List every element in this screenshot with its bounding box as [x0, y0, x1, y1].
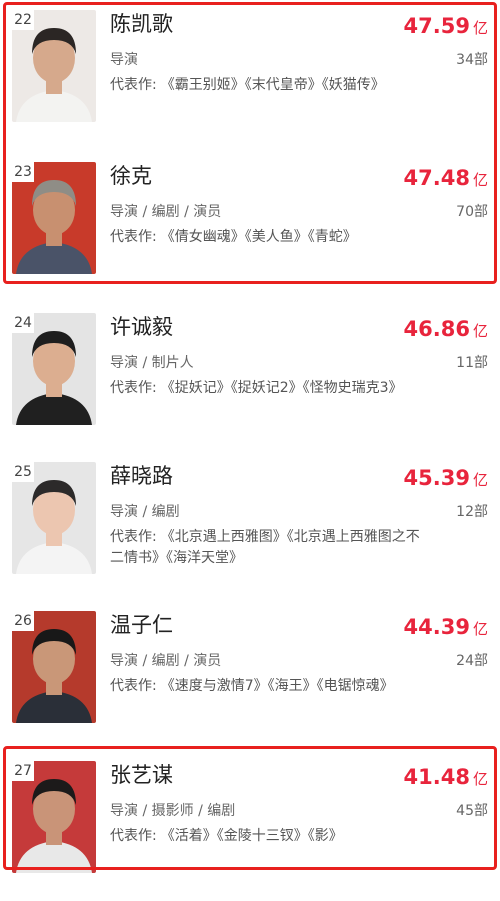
works-titles: 《霸王别姬》《末代皇帝》《妖猫传》 — [160, 77, 385, 93]
representative-works: 代表作: 《倩女幽魂》《美人鱼》《青蛇》 — [110, 227, 420, 248]
works-count: 45部 — [456, 803, 488, 819]
box-office-number: 44.39 — [403, 615, 470, 639]
works-titles: 《倩女幽魂》《美人鱼》《青蛇》 — [160, 229, 357, 245]
box-office-unit: 亿 — [472, 171, 488, 189]
director-roles: 导演 / 编剧 / 演员 — [110, 204, 222, 220]
representative-works: 代表作: 《霸王别姬》《末代皇帝》《妖猫传》 — [110, 75, 420, 96]
rank-badge: 26 — [12, 611, 34, 631]
box-office-value: 44.39 亿 — [404, 613, 488, 643]
representative-works: 代表作: 《速度与激情7》《海王》《电锯惊魂》 — [110, 676, 420, 697]
works-label: 代表作: — [110, 529, 157, 545]
director-roles: 导演 / 摄影师 / 编剧 — [110, 803, 236, 819]
director-list-item[interactable]: 23 徐克 47.48 亿 导演 / 编剧 / 演员 70部 代表作: 《倩女幽魂》… — [0, 152, 500, 302]
works-titles: 《活着》《金陵十三钗》《影》 — [160, 828, 343, 844]
director-name[interactable]: 陈凯歌 — [110, 10, 173, 38]
box-office-value: 41.48 亿 — [404, 763, 488, 793]
works-label: 代表作: — [110, 828, 157, 844]
works-titles: 《速度与激情7》《海王》《电锯惊魂》 — [160, 678, 394, 694]
works-label: 代表作: — [110, 77, 157, 93]
director-list-item[interactable]: 26 温子仁 44.39 亿 导演 / 编剧 / 演员 24部 代表作: 《速度与激… — [0, 601, 500, 751]
box-office-unit: 亿 — [472, 19, 488, 37]
representative-works: 代表作: 《活着》《金陵十三钗》《影》 — [110, 826, 420, 847]
director-list-item[interactable]: 22 陈凯歌 47.59 亿 导演 34部 代表作: 《霸王别姬》《末代皇帝》《妖猫… — [0, 0, 500, 150]
box-office-number: 45.39 — [403, 466, 470, 490]
director-name[interactable]: 薛晓路 — [110, 462, 173, 490]
works-count: 24部 — [456, 653, 488, 669]
rank-badge: 23 — [12, 162, 34, 182]
director-name[interactable]: 温子仁 — [110, 611, 173, 639]
rank-badge: 22 — [12, 10, 34, 30]
representative-works: 代表作: 《捉妖记》《捉妖记2》《怪物史瑞克3》 — [110, 378, 420, 399]
box-office-unit: 亿 — [472, 770, 488, 788]
director-roles: 导演 / 制片人 — [110, 355, 194, 371]
box-office-number: 47.48 — [403, 166, 470, 190]
box-office-unit: 亿 — [472, 620, 488, 638]
director-roles: 导演 / 编剧 / 演员 — [110, 653, 222, 669]
works-label: 代表作: — [110, 229, 157, 245]
works-count: 11部 — [456, 355, 488, 371]
box-office-value: 45.39 亿 — [404, 464, 488, 494]
works-count: 70部 — [456, 204, 488, 220]
box-office-value: 47.59 亿 — [404, 12, 488, 42]
box-office-number: 46.86 — [403, 317, 470, 341]
director-list-item[interactable]: 27 张艺谋 41.48 亿 导演 / 摄影师 / 编剧 45部 代表作: 《活着》… — [0, 751, 500, 901]
works-count: 12部 — [456, 504, 488, 520]
box-office-value: 47.48 亿 — [404, 164, 488, 194]
director-roles: 导演 — [110, 52, 138, 68]
works-titles: 《捉妖记》《捉妖记2》《怪物史瑞克3》 — [160, 380, 403, 396]
rank-badge: 25 — [12, 462, 34, 482]
works-label: 代表作: — [110, 380, 157, 396]
box-office-number: 41.48 — [403, 765, 470, 789]
works-label: 代表作: — [110, 678, 157, 694]
representative-works: 代表作: 《北京遇上西雅图》《北京遇上西雅图之不二情书》《海洋天堂》 — [110, 527, 420, 569]
rank-badge: 24 — [12, 313, 34, 333]
director-name[interactable]: 许诚毅 — [110, 313, 173, 341]
director-list-item[interactable]: 25 薛晓路 45.39 亿 导演 / 编剧 12部 代表作: 《北京遇上西雅图》《… — [0, 452, 500, 602]
director-roles: 导演 / 编剧 — [110, 504, 180, 520]
box-office-value: 46.86 亿 — [404, 315, 488, 345]
director-name[interactable]: 徐克 — [110, 162, 152, 190]
works-count: 34部 — [456, 52, 488, 68]
box-office-number: 47.59 — [403, 14, 470, 38]
rank-badge: 27 — [12, 761, 34, 781]
director-list-item[interactable]: 24 许诚毅 46.86 亿 导演 / 制片人 11部 代表作: 《捉妖记》《捉妖记… — [0, 303, 500, 453]
box-office-unit: 亿 — [472, 471, 488, 489]
director-name[interactable]: 张艺谋 — [110, 761, 173, 789]
box-office-unit: 亿 — [472, 322, 488, 340]
